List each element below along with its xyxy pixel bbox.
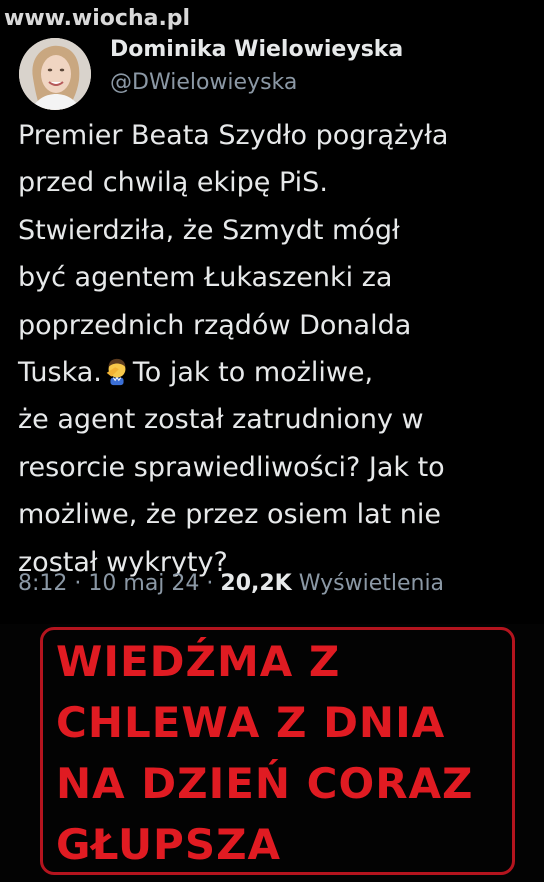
tweet-line: Tuska. To jak to możliwe, [18, 349, 528, 396]
banner-line: NA DZIEŃ CORAZ [56, 759, 474, 808]
tweet-time[interactable]: 8:12 [18, 571, 67, 596]
site-watermark: www.wiocha.pl [4, 6, 191, 31]
author-handle[interactable]: @DWielowieyska [110, 70, 297, 95]
tweet-line: Premier Beata Szydło pogrążyła [18, 120, 449, 151]
author-name[interactable]: Dominika Wielowieyska [110, 37, 403, 62]
tweet-line: resorcie sprawiedliwości? Jak to [18, 451, 445, 483]
avatar-photo [19, 38, 91, 110]
tweet-line-part: To jak to możliwe, [132, 357, 374, 389]
banner-line: WIEDŹMA Z [56, 637, 341, 686]
tweet-line-part: Tuska. [18, 357, 102, 389]
views-label[interactable]: Wyświetlenia [299, 571, 444, 596]
banner-caption: WIEDŹMA Z CHLEWA Z DNIA NA DZIEŃ CORAZ G… [56, 631, 474, 875]
tweet-date[interactable]: 10 maj 24 [88, 571, 199, 596]
meta-separator: · [206, 571, 214, 596]
tweet-card: www.wiocha.pl Dominika Wielowieyska @DWi… [0, 0, 544, 624]
tweet-line: przed chwilą ekipę PiS. [18, 167, 328, 199]
banner-line: GŁUPSZA [56, 820, 282, 869]
facepalm-emoji-icon [106, 358, 126, 386]
tweet-line: być agentem Łukaszenki za [18, 262, 393, 294]
avatar[interactable] [19, 38, 91, 110]
tweet-line: poprzednich rządów Donalda [18, 309, 412, 341]
tweet-meta: 8:12 · 10 maj 24 · 20,2K Wyświetlenia [18, 571, 444, 596]
banner-line: CHLEWA Z DNIA [56, 698, 446, 747]
views-count: 20,2K [220, 571, 292, 596]
meta-separator: · [74, 571, 82, 596]
tweet-text: Premier Beata Szydło pogrążyła przed chw… [18, 112, 528, 586]
tweet-line: że agent został zatrudniony w [18, 404, 424, 436]
tweet-line: możliwe, że przez osiem lat nie [18, 499, 442, 531]
tweet-line: Stwierdziła, że Szmydt mógł [18, 214, 400, 246]
